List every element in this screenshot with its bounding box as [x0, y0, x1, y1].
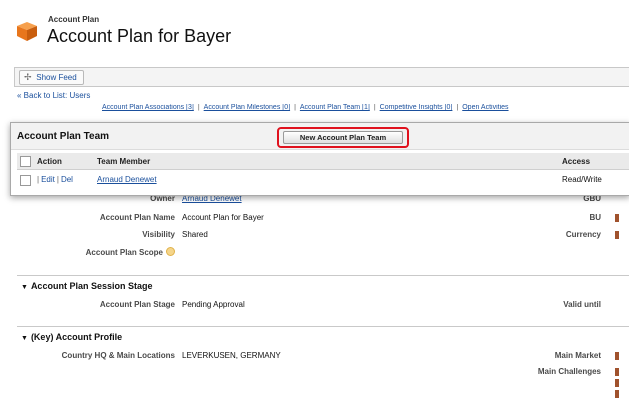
truncated-value — [615, 214, 619, 222]
country-hq-value: LEVERKUSEN, GERMANY — [182, 351, 281, 360]
visibility-row: Visibility Shared Currency — [17, 230, 629, 242]
delete-link[interactable]: Del — [61, 175, 73, 184]
table-row: | Edit | Del Arnaud Denewet Read/Write — [17, 172, 629, 188]
key-account-profile-title: (Key) Account Profile — [30, 332, 123, 342]
object-type-label: Account Plan — [48, 15, 100, 24]
main-challenges-label: Main Challenges — [537, 367, 601, 376]
row-checkbox[interactable] — [20, 175, 31, 186]
team-panel-header: Account Plan Team New Account Plan Team — [11, 123, 629, 150]
link-open-activities[interactable]: Open Activities — [462, 104, 508, 111]
account-plan-team-popup: Account Plan Team New Account Plan Team … — [10, 122, 629, 196]
scope-row: Account Plan Scope — [17, 247, 629, 259]
collapse-triangle-icon: ▼ — [21, 335, 28, 342]
account-plan-name-value: Account Plan for Bayer — [182, 213, 264, 222]
main-market-label: Main Market — [554, 351, 601, 360]
link-account-plan-milestones[interactable]: Account Plan Milestones [0] — [204, 104, 290, 111]
bu-label: BU — [589, 213, 601, 222]
new-account-plan-team-button[interactable]: New Account Plan Team — [283, 131, 403, 144]
column-header-team-member[interactable]: Team Member — [97, 157, 150, 166]
truncated-value — [615, 231, 619, 239]
account-plan-stage-value: Pending Approval — [182, 300, 245, 309]
truncated-value — [615, 352, 619, 360]
show-feed-button[interactable]: ✢ Show Feed — [19, 70, 84, 85]
key-account-profile-header[interactable]: ▼ (Key) Account Profile — [21, 332, 122, 342]
edit-link[interactable]: Edit — [41, 175, 55, 184]
truncated-value — [615, 368, 619, 376]
scope-label-text: Account Plan Scope — [85, 248, 163, 257]
collapse-triangle-icon: ▼ — [21, 284, 28, 291]
account-plan-scope-label: Account Plan Scope — [17, 247, 175, 257]
separator: | — [37, 175, 40, 184]
help-icon[interactable] — [166, 247, 175, 256]
currency-label: Currency — [565, 230, 601, 239]
account-plan-name-label: Account Plan Name — [99, 213, 175, 222]
team-panel-title: Account Plan Team — [17, 131, 110, 142]
challenges-row: Main Challenges — [17, 367, 629, 398]
feed-icon: ✢ — [24, 72, 32, 82]
team-table-header: Action Team Member Access — [17, 153, 629, 170]
page-title: Account Plan for Bayer — [47, 26, 232, 46]
stage-row: Account Plan Stage Pending Approval Vali… — [17, 300, 629, 312]
truncated-value — [615, 379, 619, 387]
access-value: Read/Write — [562, 175, 602, 184]
separator: | — [197, 104, 200, 111]
back-to-list-link[interactable]: « Back to List: Users — [17, 91, 90, 100]
select-all-checkbox[interactable] — [20, 156, 31, 167]
separator: | — [294, 104, 296, 111]
truncated-value — [615, 390, 619, 398]
country-hq-label: Country HQ & Main Locations — [61, 351, 175, 360]
highlight-box: New Account Plan Team — [277, 127, 409, 148]
separator: | — [56, 175, 59, 184]
account-plan-stage-label: Account Plan Stage — [99, 300, 175, 309]
show-feed-label: Show Feed — [36, 73, 77, 82]
link-account-plan-associations[interactable]: Account Plan Associations [3] — [102, 104, 194, 111]
visibility-value: Shared — [182, 230, 208, 239]
link-competitive-insights[interactable]: Competitive Insights [0] — [380, 104, 453, 111]
session-stage-section: ▼ Account Plan Session Stage Account Plan… — [17, 275, 629, 324]
related-list-links: Account Plan Associations [3] | Account Pl… — [102, 104, 629, 111]
feed-bar: ✢ Show Feed — [14, 67, 629, 87]
valid-until-label: Valid until — [563, 300, 601, 309]
country-row: Country HQ & Main Locations LEVERKUSEN, … — [17, 351, 629, 363]
key-account-profile-section: ▼ (Key) Account Profile Country HQ & Main… — [17, 326, 629, 415]
link-account-plan-team[interactable]: Account Plan Team [1] — [300, 104, 370, 111]
team-member-link[interactable]: Arnaud Denewet — [97, 175, 157, 184]
separator: | — [373, 104, 376, 111]
row-actions: | Edit | Del — [35, 175, 73, 184]
separator: | — [456, 104, 459, 111]
account-plan-icon — [17, 22, 37, 41]
session-stage-header[interactable]: ▼ Account Plan Session Stage — [21, 281, 152, 291]
column-header-access[interactable]: Access — [562, 157, 590, 166]
visibility-label: Visibility — [142, 230, 175, 239]
name-row: Account Plan Name Account Plan for Bayer… — [17, 213, 629, 225]
column-header-action: Action — [37, 157, 62, 166]
session-stage-title: Account Plan Session Stage — [30, 281, 153, 291]
page-header: Account Plan Account Plan for Bayer — [0, 0, 629, 62]
detail-section: Owner Arnaud Denewet GBU Account Plan Na… — [17, 194, 629, 268]
